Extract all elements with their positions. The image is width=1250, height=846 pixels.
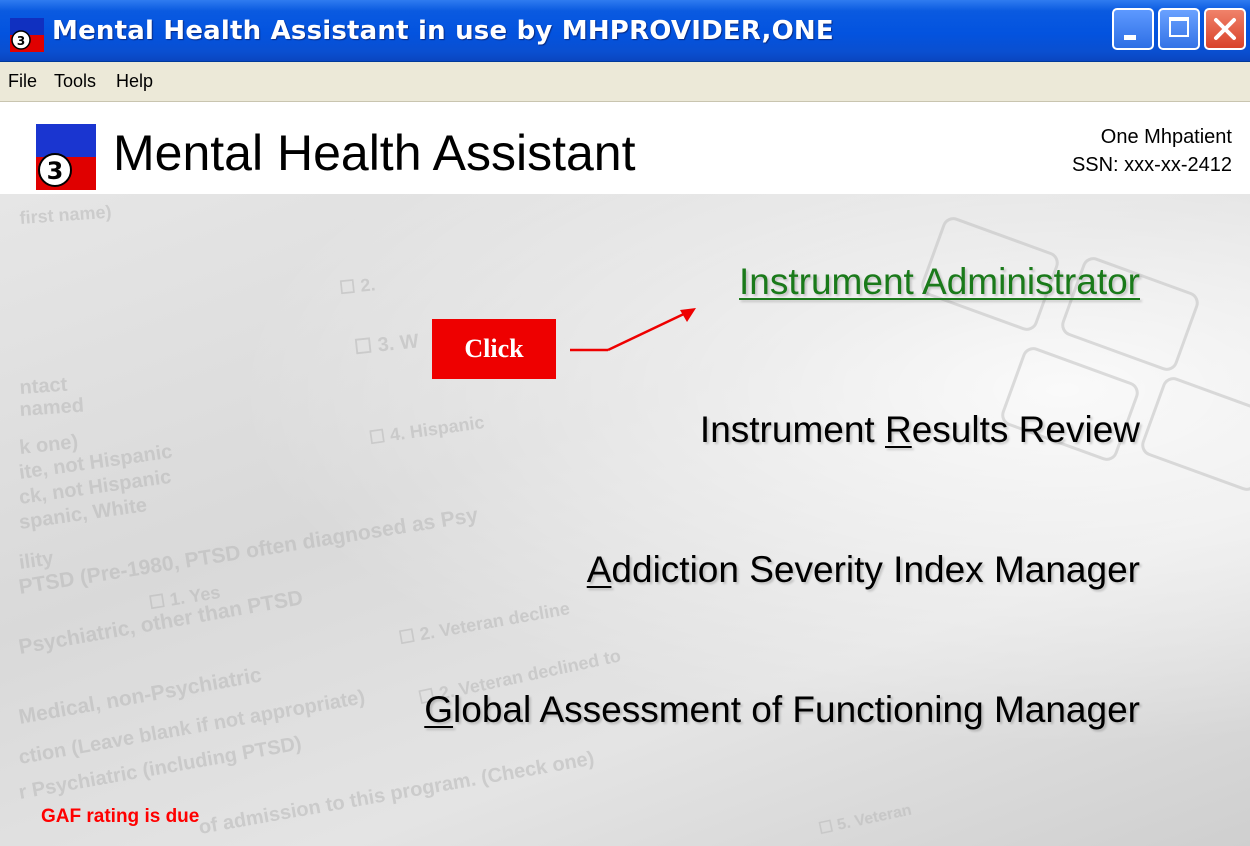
link-text-pre: Instrument [699, 409, 885, 450]
app-icon[interactable]: 3 [10, 18, 44, 52]
window-title: Mental Health Assistant in use by MHPROV… [52, 16, 834, 46]
close-button[interactable] [1204, 8, 1246, 50]
patient-name: One Mhpatient [1100, 126, 1232, 148]
patient-ssn: SSN: xxx-xx-2412 [1071, 154, 1232, 176]
link-mnemonic: A [586, 549, 612, 590]
link-mnemonic: R [885, 409, 912, 450]
svg-text:3: 3 [47, 157, 64, 185]
app-header: 3 Mental Health Assistant One Mhpatient … [0, 102, 1250, 194]
menu-file[interactable]: File [8, 71, 37, 92]
click-callout: Click [432, 319, 556, 379]
svg-text:first name): first name) [19, 202, 112, 228]
title-bar[interactable]: 3 Mental Health Assistant in use by MHPR… [0, 0, 1250, 62]
link-mnemonic: G [424, 689, 454, 730]
minimize-button[interactable] [1112, 8, 1154, 50]
main-panel: first name) ☐ 2. ☐ 3. W ntact named ☐ 4.… [0, 194, 1250, 846]
arrow-icon [570, 308, 696, 352]
svg-text:named: named [19, 395, 85, 421]
close-icon [1214, 18, 1236, 40]
app-window: 3 Mental Health Assistant in use by MHPR… [0, 0, 1250, 846]
menu-tools[interactable]: Tools [54, 71, 96, 92]
maximize-button[interactable] [1158, 8, 1200, 50]
maximize-icon [1169, 17, 1189, 37]
svg-text:☐ 2.: ☐ 2. [338, 274, 376, 298]
menu-help[interactable]: Help [116, 71, 153, 92]
svg-text:☐ 3. W: ☐ 3. W [353, 330, 420, 359]
link-text-post: lobal Assessment of Functioning Manager [453, 689, 1140, 730]
svg-text:☐ 2. Veteran decline: ☐ 2. Veteran decline [397, 598, 571, 648]
instrument-results-review-link[interactable]: Instrument Results Review [700, 409, 1140, 451]
gaf-status-message: GAF rating is due [41, 806, 200, 827]
svg-text:☐ 4. Hispanic: ☐ 4. Hispanic [368, 412, 486, 448]
addiction-severity-index-manager-link[interactable]: Addiction Severity Index Manager [587, 549, 1140, 591]
link-text-post: esults Review [911, 409, 1140, 450]
app-title: Mental Health Assistant [113, 125, 636, 181]
global-assessment-of-functioning-manager-link[interactable]: Global Assessment of Functioning Manager [424, 689, 1140, 731]
svg-text:ility: ility [18, 547, 56, 574]
svg-text:☐ 5. Veteran: ☐ 5. Veteran [817, 802, 913, 838]
svg-text:3: 3 [17, 34, 25, 48]
menu-bar: File Tools Help [0, 62, 1250, 102]
minimize-icon [1124, 35, 1136, 40]
app-logo-icon: 3 [36, 124, 96, 190]
instrument-administrator-link[interactable]: Instrument Administrator [739, 261, 1140, 303]
link-text-post: ddiction Severity Index Manager [611, 549, 1140, 590]
